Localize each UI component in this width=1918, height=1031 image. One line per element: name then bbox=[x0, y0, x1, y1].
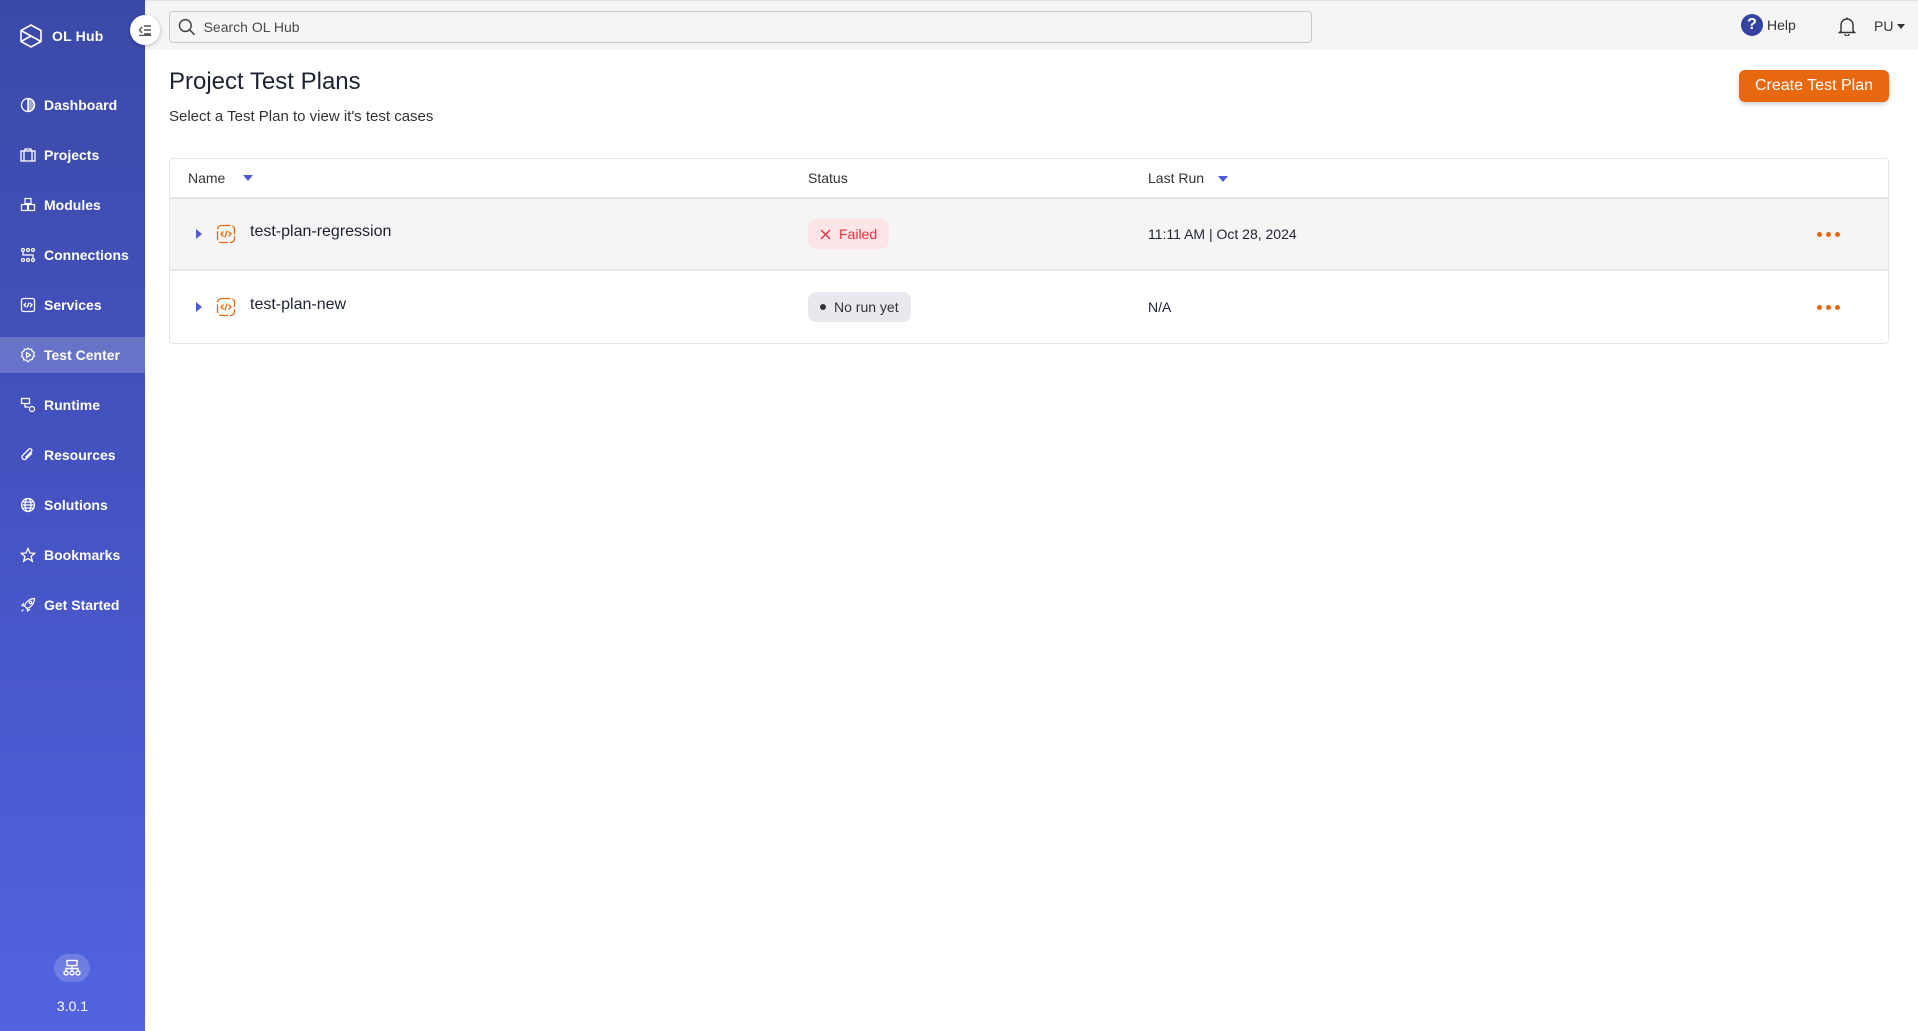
chevron-down-icon bbox=[1897, 23, 1906, 29]
sidebar-item-label: Solutions bbox=[44, 497, 108, 513]
more-actions-button[interactable] bbox=[1811, 226, 1846, 243]
test-plan-icon bbox=[216, 224, 236, 244]
sidebar-item-label: Services bbox=[44, 297, 102, 313]
sort-desc-icon[interactable] bbox=[243, 175, 254, 181]
help-label: Help bbox=[1767, 17, 1796, 33]
dashboard-icon bbox=[20, 97, 36, 113]
sidebar-item-label: Runtime bbox=[44, 397, 100, 413]
search-icon bbox=[178, 18, 196, 36]
collapse-menu-icon bbox=[138, 25, 151, 36]
sidebar-item-bookmarks[interactable]: Bookmarks bbox=[0, 537, 145, 573]
column-label: Status bbox=[808, 170, 848, 186]
sort-desc-icon[interactable] bbox=[1217, 176, 1228, 183]
dot-icon bbox=[820, 304, 826, 310]
sitemap-icon bbox=[63, 959, 81, 976]
status-badge: Failed bbox=[808, 219, 890, 249]
sidebar-nav: Dashboard Projects Modules Connections S… bbox=[0, 87, 145, 637]
help-icon: ? bbox=[1741, 14, 1763, 36]
sidebar-item-label: Test Center bbox=[44, 347, 120, 363]
star-icon bbox=[20, 547, 36, 563]
more-actions-button[interactable] bbox=[1811, 299, 1846, 316]
sidebar-item-solutions[interactable]: Solutions bbox=[0, 487, 145, 523]
runtime-icon bbox=[20, 397, 36, 413]
test-plan-name[interactable]: test-plan-new bbox=[250, 296, 346, 314]
sidebar-item-label: Resources bbox=[44, 447, 116, 463]
sidebar-item-dashboard[interactable]: Dashboard bbox=[0, 87, 145, 123]
user-initials: PU bbox=[1874, 18, 1894, 34]
sidebar-item-projects[interactable]: Projects bbox=[0, 137, 145, 173]
brand[interactable]: OL Hub bbox=[20, 24, 104, 48]
dot bbox=[1825, 304, 1831, 310]
page-subtitle: Select a Test Plan to view it's test cas… bbox=[169, 108, 434, 125]
search-input[interactable] bbox=[203, 19, 1311, 35]
rocket-icon bbox=[20, 597, 36, 613]
sidebar-item-label: Modules bbox=[44, 197, 101, 213]
status-label: No run yet bbox=[834, 299, 899, 315]
app-version: 3.0.1 bbox=[56, 998, 89, 1014]
table-row[interactable]: test-plan-regression Failed 11:11 AM | O… bbox=[170, 199, 1888, 271]
briefcase-icon bbox=[20, 148, 36, 162]
dot bbox=[1834, 304, 1840, 310]
dot bbox=[1816, 231, 1822, 237]
expand-row-icon[interactable] bbox=[196, 302, 202, 312]
actions-cell bbox=[1768, 226, 1888, 243]
table-header: Name Status Last Run bbox=[170, 159, 1888, 199]
name-cell: test-plan-regression bbox=[170, 223, 808, 244]
dot bbox=[1825, 231, 1831, 237]
globe-icon bbox=[20, 497, 36, 513]
sidebar-item-test-center[interactable]: Test Center bbox=[0, 337, 145, 373]
test-plan-name[interactable]: test-plan-regression bbox=[250, 223, 391, 241]
sidebar-item-label: Dashboard bbox=[44, 97, 118, 113]
sidebar-item-label: Get Started bbox=[44, 597, 120, 613]
sidebar-item-connections[interactable]: Connections bbox=[0, 237, 145, 273]
sidebar-item-runtime[interactable]: Runtime bbox=[0, 387, 145, 423]
sidebar-collapse-button[interactable] bbox=[130, 15, 160, 45]
dot bbox=[1816, 304, 1822, 310]
top-bar: ? Help PU bbox=[145, 0, 1918, 50]
sidebar-item-services[interactable]: Services bbox=[0, 287, 145, 323]
status-badge: No run yet bbox=[808, 292, 911, 322]
sidebar-item-label: Projects bbox=[44, 147, 100, 163]
gear-play-icon bbox=[20, 347, 36, 363]
sidebar-item-label: Bookmarks bbox=[44, 547, 121, 563]
notifications-button[interactable] bbox=[1837, 16, 1857, 41]
column-header-status: Status bbox=[808, 170, 1148, 186]
status-label: Failed bbox=[839, 226, 878, 242]
column-header-last-run[interactable]: Last Run bbox=[1148, 170, 1768, 186]
version-info-button[interactable] bbox=[54, 954, 90, 982]
user-menu[interactable]: PU bbox=[1874, 18, 1906, 34]
sidebar: OL Hub Dashboard Projects Modules Connec… bbox=[0, 0, 145, 1031]
sidebar-item-label: Connections bbox=[44, 247, 129, 263]
sidebar-item-resources[interactable]: Resources bbox=[0, 437, 145, 473]
bell-icon bbox=[1837, 17, 1857, 37]
app-name: OL Hub bbox=[52, 28, 104, 44]
code-box-icon bbox=[20, 297, 36, 313]
expand-row-icon[interactable] bbox=[196, 229, 202, 239]
connections-icon bbox=[20, 247, 36, 263]
status-cell: No run yet bbox=[808, 292, 1148, 322]
sidebar-item-get-started[interactable]: Get Started bbox=[0, 587, 145, 623]
cubes-icon bbox=[20, 197, 36, 212]
last-run-cell: 11:11 AM | Oct 28, 2024 bbox=[1148, 226, 1297, 242]
test-plans-table: Name Status Last Run test-plan-regressio… bbox=[169, 158, 1889, 344]
status-cell: Failed bbox=[808, 219, 1148, 249]
column-label: Last Run bbox=[1148, 170, 1205, 186]
table-row[interactable]: test-plan-new No run yet N/A bbox=[170, 271, 1888, 343]
last-run-cell: N/A bbox=[1148, 299, 1172, 315]
help-button[interactable]: ? Help bbox=[1741, 14, 1796, 36]
create-test-plan-button[interactable]: Create Test Plan bbox=[1739, 70, 1889, 102]
actions-cell bbox=[1768, 299, 1888, 316]
name-cell: test-plan-new bbox=[170, 296, 808, 317]
dot bbox=[1834, 231, 1840, 237]
column-header-name[interactable]: Name bbox=[170, 170, 808, 186]
test-plan-icon bbox=[216, 297, 236, 317]
column-label: Name bbox=[188, 170, 226, 186]
search-box[interactable] bbox=[169, 11, 1312, 43]
logo-icon bbox=[20, 24, 42, 48]
close-icon bbox=[820, 229, 831, 239]
sidebar-item-modules[interactable]: Modules bbox=[0, 187, 145, 223]
page-title: Project Test Plans bbox=[169, 68, 361, 95]
paperclip-icon bbox=[21, 448, 33, 461]
